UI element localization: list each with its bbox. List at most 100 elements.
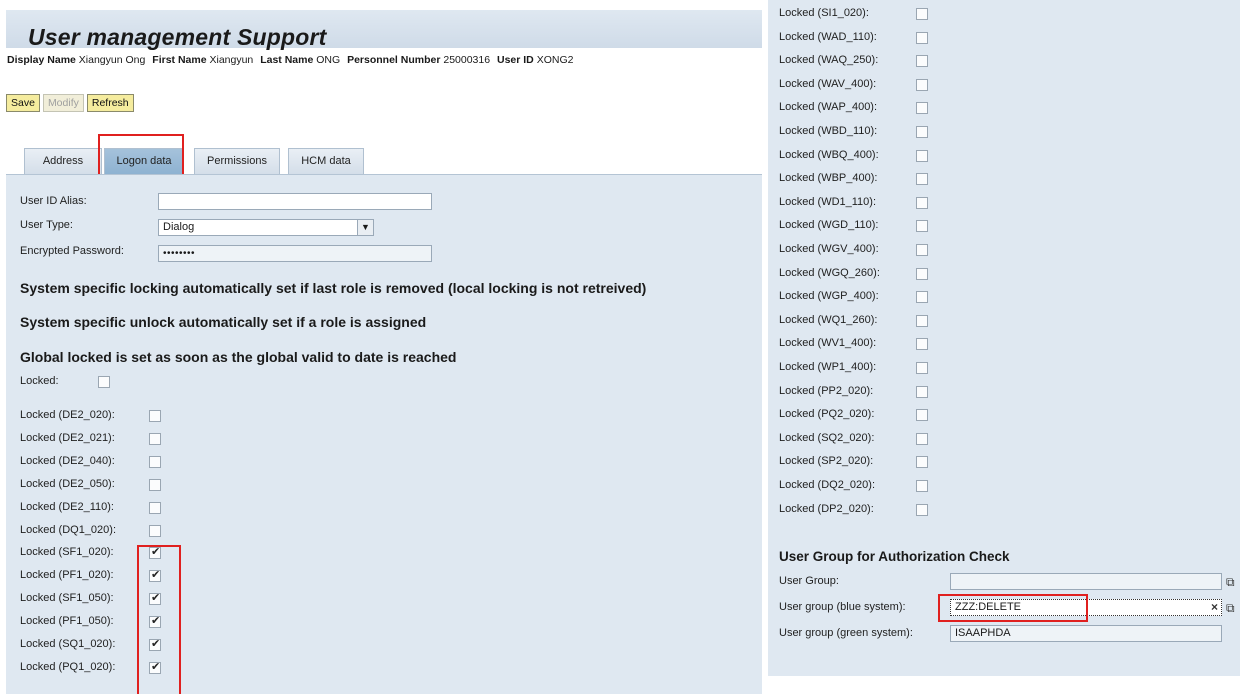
lock-label: Locked (SI1_020): — [779, 7, 869, 19]
last-name-value: ONG — [316, 54, 341, 66]
lock-checkbox[interactable] — [916, 8, 928, 20]
lock-label: Locked (SQ2_020): — [779, 431, 875, 444]
global-locked-label: Locked: — [20, 375, 59, 387]
personnel-number-label: Personnel Number — [347, 54, 441, 66]
lock-label: Locked (DE2_040): — [20, 454, 115, 467]
lock-checkbox[interactable] — [916, 314, 928, 327]
first-name-value: Xiangyun — [209, 54, 254, 66]
lock-checkbox[interactable] — [916, 102, 928, 115]
lock-checkbox[interactable] — [916, 173, 928, 186]
logon-tab-highlight — [98, 134, 184, 178]
lock-label: Locked (WD1_110): — [779, 195, 877, 208]
lock-label: Locked (WV1_400): — [779, 337, 877, 350]
right-form: Locked (SI1_020): Locked (WAD_110): Locked… — [768, 0, 1240, 676]
right-panel: Locked (SI1_020): Locked (WAD_110): Locked… — [762, 0, 1245, 694]
lock-checkbox[interactable] — [916, 362, 928, 374]
encrypted-password-label: Encrypted Password: — [20, 245, 124, 257]
lock-label: Locked (SP2_020): — [779, 455, 874, 468]
logon-form: User ID Alias: User Type: Dialog ▼ Encry… — [6, 174, 762, 694]
lock-checkbox[interactable] — [916, 31, 928, 44]
lock-checkbox[interactable] — [149, 455, 161, 468]
user-id-value: XONG2 — [536, 54, 574, 66]
lock-label: Locked (WGP_400): — [779, 290, 879, 303]
clear-icon[interactable]: × — [1211, 600, 1218, 614]
lock-label: Locked (DE2_050): — [20, 477, 115, 490]
lock-label: Locked (SF1_020): — [20, 546, 114, 559]
lock-checkbox[interactable] — [149, 432, 161, 445]
lock-label: Locked (PQ2_020): — [779, 408, 875, 421]
lock-label: Locked (SQ1_020): — [20, 638, 116, 650]
toolbar: Save Modify Refresh — [6, 94, 134, 112]
lock-checkbox[interactable] — [149, 478, 161, 491]
lock-checkbox[interactable] — [916, 78, 928, 91]
modify-button[interactable]: Modify — [42, 94, 84, 112]
checked-locks-highlight — [137, 545, 181, 694]
tab-hcm-data[interactable]: HCM data — [288, 148, 364, 174]
lock-checkbox[interactable] — [916, 291, 928, 304]
lock-label: Locked (DQ1_020): — [20, 523, 116, 536]
user-group-field[interactable] — [950, 573, 1222, 590]
lock-checkbox[interactable] — [916, 55, 928, 68]
lock-label: Locked (WBD_110): — [779, 125, 878, 137]
lock-checkbox[interactable] — [916, 503, 928, 516]
lock-label: Locked (DE2_020): — [20, 409, 115, 421]
user-type-select[interactable]: Dialog ▼ — [158, 219, 374, 236]
lock-checkbox[interactable] — [916, 196, 928, 209]
title-bar: User management Support — [6, 10, 762, 50]
lock-checkbox[interactable] — [916, 456, 928, 469]
display-name-label: Display Name — [7, 54, 76, 66]
lock-checkbox[interactable] — [149, 501, 161, 514]
user-group-heading: User Group for Authorization Check — [779, 549, 1010, 564]
lock-checkbox[interactable] — [916, 409, 928, 422]
lock-label: Locked (WAD_110): — [779, 30, 877, 43]
global-lock-note: Global locked is set as soon as the glob… — [20, 349, 457, 365]
save-button[interactable]: Save — [6, 94, 40, 112]
left-panel: User management Support Display Name Xia… — [0, 0, 762, 694]
first-name-label: First Name — [152, 54, 207, 66]
lock-label: Locked (WAV_400): — [779, 77, 877, 90]
lock-checkbox[interactable] — [916, 432, 928, 445]
lock-label: Locked (PP2_020): — [779, 384, 874, 397]
lock-label: Locked (DQ2_020): — [779, 479, 875, 491]
tab-address[interactable]: Address — [24, 148, 102, 174]
lock-label: Locked (WBP_400): — [779, 172, 878, 185]
lock-checkbox[interactable] — [149, 524, 161, 537]
locking-note: System specific locking automatically se… — [20, 280, 647, 296]
lock-label: Locked (WP1_400): — [779, 361, 877, 373]
lock-checkbox[interactable] — [916, 480, 928, 492]
lock-checkbox[interactable] — [916, 338, 928, 351]
blue-system-highlight — [938, 594, 1088, 622]
user-type-label: User Type: — [20, 219, 73, 231]
lock-label: Locked (WAP_400): — [779, 101, 878, 114]
tab-permissions[interactable]: Permissions — [194, 148, 280, 174]
unlock-note: System specific unlock automatically set… — [20, 314, 427, 330]
user-id-alias-label: User ID Alias: — [20, 195, 87, 207]
user-group-green-field: ISAAPHDA — [950, 625, 1222, 642]
lock-checkbox[interactable] — [149, 410, 161, 422]
page-title: User management Support — [28, 24, 327, 50]
refresh-button[interactable]: Refresh — [86, 94, 134, 112]
value-help-icon[interactable]: ⧉ — [1226, 602, 1238, 614]
lock-checkbox[interactable] — [916, 267, 928, 280]
chevron-down-icon[interactable]: ▼ — [357, 220, 373, 235]
lock-label: Locked (WGD_110): — [779, 219, 879, 232]
lock-label: Locked (PF1_020): — [20, 569, 114, 582]
user-type-value: Dialog — [163, 221, 195, 233]
lock-label: Locked (WGQ_260): — [779, 266, 880, 279]
lock-checkbox[interactable] — [916, 385, 928, 398]
lock-checkbox[interactable] — [916, 244, 928, 256]
lock-label: Locked (SF1_050): — [20, 592, 114, 605]
personnel-number-value: 25000316 — [443, 54, 491, 66]
user-group-blue-label: User group (blue system): — [779, 601, 906, 613]
lock-label: Locked (WBQ_400): — [779, 148, 879, 161]
value-help-icon[interactable]: ⧉ — [1226, 576, 1238, 588]
global-locked-checkbox[interactable] — [98, 376, 110, 388]
user-id-label: User ID — [497, 54, 534, 66]
lock-label: Locked (DE2_110): — [20, 500, 114, 513]
user-id-alias-input[interactable] — [158, 193, 432, 210]
lock-label: Locked (DP2_020): — [779, 502, 874, 515]
lock-checkbox[interactable] — [916, 126, 928, 138]
lock-checkbox[interactable] — [916, 220, 928, 233]
user-group-green-label: User group (green system): — [779, 627, 913, 639]
lock-checkbox[interactable] — [916, 149, 928, 162]
